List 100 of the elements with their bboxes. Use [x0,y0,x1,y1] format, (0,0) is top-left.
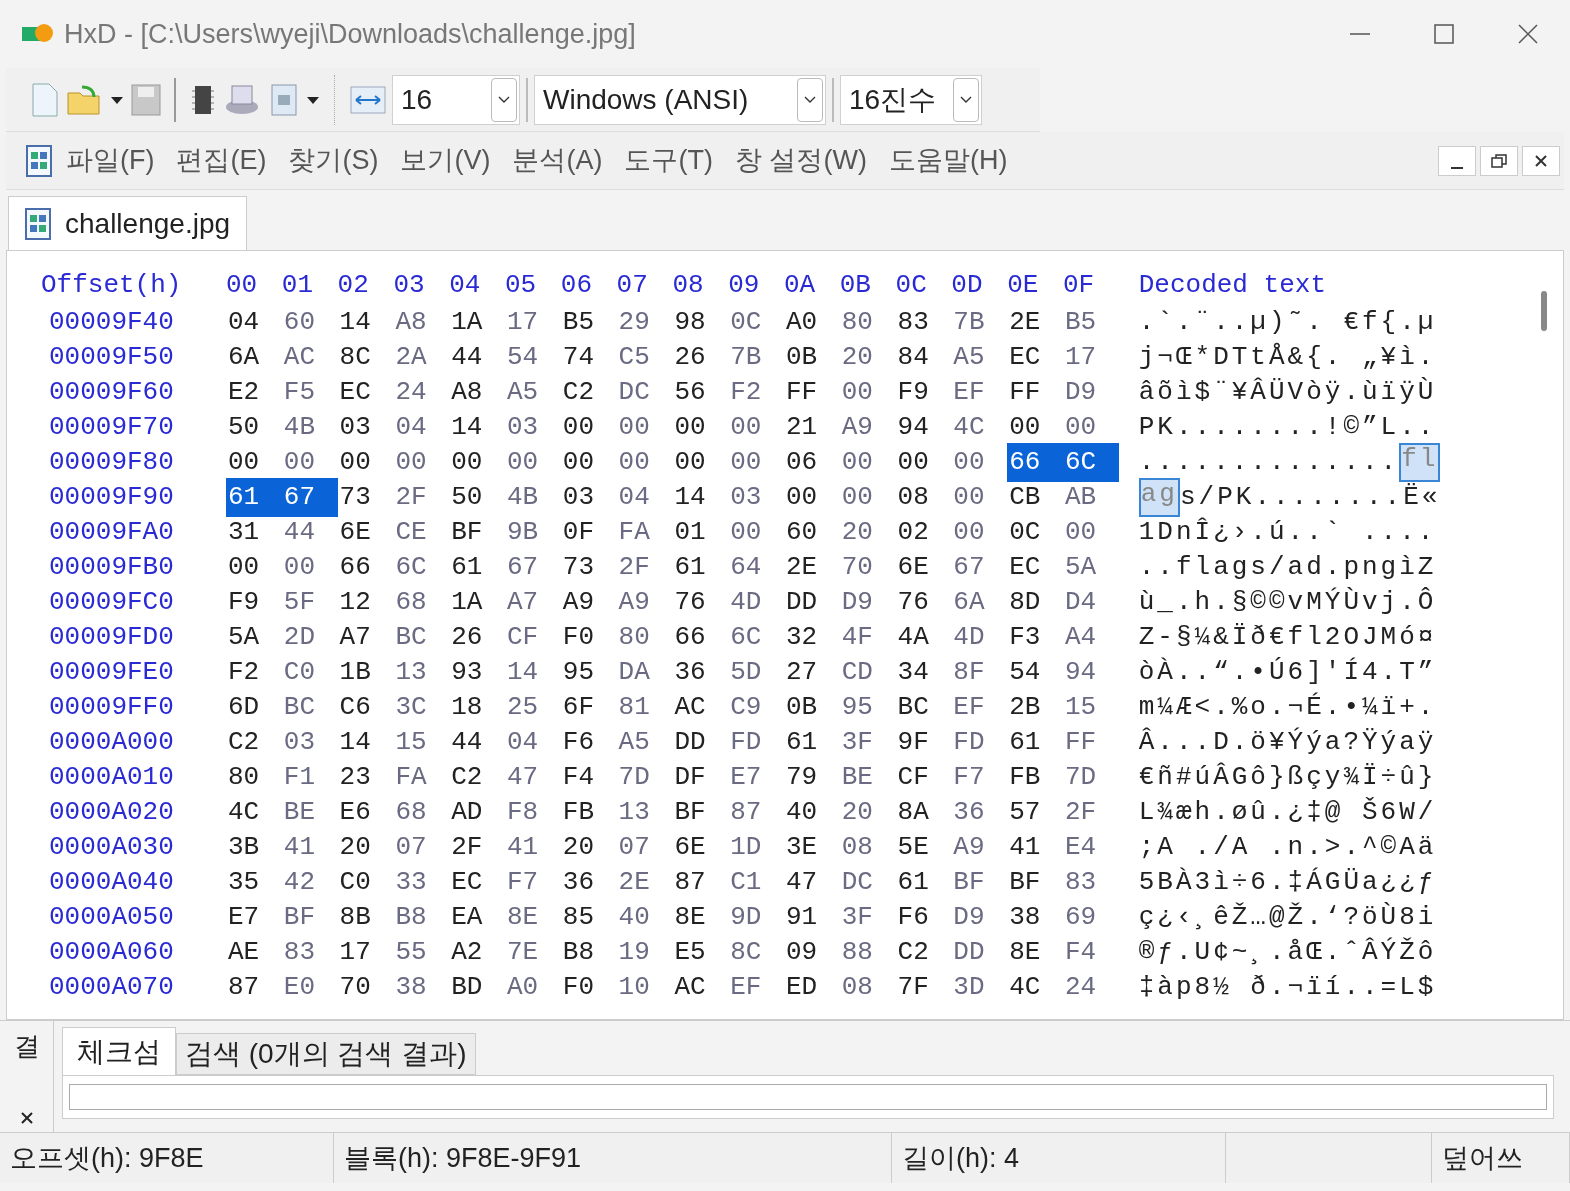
decoded-text: j¬Œ*DTtÅ&{. „¥ì. [1138,341,1437,374]
status-text: 덮어쓰 [1442,1141,1523,1175]
panel-tab[interactable]: 체크섬 [62,1027,176,1075]
dropdown-arrow-icon[interactable] [306,94,320,105]
byte-cell[interactable]: 6C [1062,443,1119,482]
offset-cell-text: 0000A020 [48,796,175,829]
offset-cell-text: 00009FC0 [48,586,175,619]
offset-cell-text: 00009F60 [48,376,175,409]
column-header: 00 [226,268,259,302]
offset-cell-text: 0000A040 [48,866,175,899]
menu-item[interactable]: 도구(T) [624,140,713,181]
maximize-icon[interactable] [1432,22,1456,46]
decoded-text: .`.¨..µ)˜. €f{.µ [1138,306,1437,339]
menu-item[interactable]: 분석(A) [512,140,603,181]
document-icon [26,144,52,177]
offset-cell-text: 00009FD0 [48,621,175,654]
column-header: 05 [505,268,538,302]
column-header: 03 [393,268,426,302]
document-cpu-icon[interactable] [268,82,300,117]
decoded-text: ç¿‹¸êŽ…@Ž.‘?öÙ8i [1138,901,1437,934]
column-header: 08 [672,268,705,302]
offset-cell-text: 00009F70 [48,411,175,444]
decoded-text: Z-§¼&Ïð€fl2OJMó¤ [1138,621,1437,654]
column-header: 07 [616,268,649,302]
column-header: 0E [1007,268,1040,302]
column-header: 01 [281,268,314,302]
offset-cell-text: 0000A010 [48,761,175,794]
menu-item[interactable]: 도움말(H) [888,140,1008,181]
decoded-text: ®ƒ.U¢~¸.åŒ.ˆÂÝŽô [1138,936,1437,969]
minimize-button[interactable] [1438,145,1476,176]
offset-cell-text: 00009F40 [48,306,175,339]
panel-label: 결 [13,1030,40,1063]
offset-cell-text: 0000A030 [48,831,175,864]
restore-icon [1491,153,1507,168]
column-header: 0C [895,268,928,302]
decoded-text: ù_.h.§©©vMÝÙvj.Ô [1138,586,1437,619]
dropdown-arrow-icon[interactable] [110,94,124,105]
status-text: 오프셋(h): 9F8E [10,1141,204,1175]
width-arrows-icon[interactable] [350,84,386,115]
column-header: 0F [1062,268,1096,302]
decoded-text: âõì$¨¥ÂÜVòÿ.ùïÿÙ [1138,376,1437,409]
close-icon [1534,153,1548,168]
column-header: 09 [728,268,761,302]
column-header: 0B [839,268,872,302]
offset-cell-text: 00009FE0 [48,656,175,689]
offset-cell-text: 00009F90 [48,481,175,514]
file-tab[interactable]: challenge.jpg [8,196,248,250]
save-icon[interactable] [130,82,162,117]
decoded-text: s/PK........Ë« [1179,481,1441,514]
menu-item[interactable]: 파일(F) [66,140,155,181]
panel-tab[interactable]: 검색 (0개의 검색 결과) [176,1033,476,1075]
decoded-text: fl [1399,443,1441,482]
document-icon [25,207,51,240]
offset-cell-text: 0000A050 [48,901,175,934]
dropdown-field[interactable]: Windows (ANSI) [534,74,826,125]
decoded-text: PK........!©”L.. [1138,411,1437,444]
offset-cell-text: 00009FB0 [48,551,175,584]
offset-cell-text: 00009F50 [48,341,175,374]
column-header: Offset(h) [41,268,183,302]
decoded-text: ..flags/ad.pngìZ [1138,551,1437,584]
window-title: HxD - [C:\Users\wyeji\Downloads\challenge.jpg] [64,17,636,51]
decoded-text: 1DnÎ¿›.ú..` .... [1138,516,1437,549]
decoded-text: m¼Æ<.%o.¬É.•¼ï+. [1138,691,1437,724]
close-icon[interactable] [1516,22,1540,46]
column-header: 0D [951,268,984,302]
close-button[interactable] [1522,145,1560,176]
menu-item[interactable]: 보기(V) [400,140,491,181]
column-header: 0A [783,268,817,302]
menu-item[interactable]: 창 설정(W) [734,140,867,181]
status-text: 길이(h): 4 [902,1141,1020,1175]
status-text: 블록(h): 9F8E-9F91 [344,1141,582,1175]
menu-item[interactable]: 찾기(S) [288,140,379,181]
column-header: Decoded text [1138,268,1326,302]
byte-cell[interactable]: 66 [1007,443,1063,482]
chevron-down-icon [497,94,511,105]
offset-cell-text: 00009FF0 [48,691,175,724]
chevron-down-icon [959,94,973,105]
column-header: 02 [337,268,370,302]
restore-button[interactable] [1480,145,1518,176]
offset-cell-text: 00009F80 [48,446,175,479]
decoded-text: L¾æh.øû.¿‡@ Š6W/ [1138,796,1437,829]
dropdown-field[interactable]: 16진수 [840,74,982,125]
dropdown-field[interactable]: 16 [392,74,520,125]
decoded-text: ;A ./A .n.>.^©Aä [1138,831,1437,864]
decoded-text: .............. [1138,446,1400,479]
decoded-text: ag [1138,478,1180,517]
decoded-text: €ñ#úÂGô}ßçy¾Ï÷û} [1138,761,1437,794]
offset-cell-text: 0000A000 [48,726,175,759]
close-icon[interactable] [18,1110,35,1126]
byte-cell[interactable]: 61 [226,478,282,517]
menu-item[interactable]: 편집(E) [176,140,267,181]
decoded-text: ‡àp8½ ð.¬ïí..=L$ [1138,971,1437,1004]
offset-cell-text: 0000A070 [48,971,175,1004]
column-header: 04 [449,268,482,302]
offset-cell-text: 0000A060 [48,936,175,969]
offset-cell-text: 00009FA0 [48,516,175,549]
decoded-text: 5BÀ3ì÷6.‡ÁGÜa¿¿ƒ [1138,866,1437,899]
chevron-down-icon [803,94,817,105]
byte-cell[interactable]: 67 [281,478,338,517]
decoded-text: Â...D.ö¥Ýýa?Ÿýaÿ [1138,726,1437,759]
